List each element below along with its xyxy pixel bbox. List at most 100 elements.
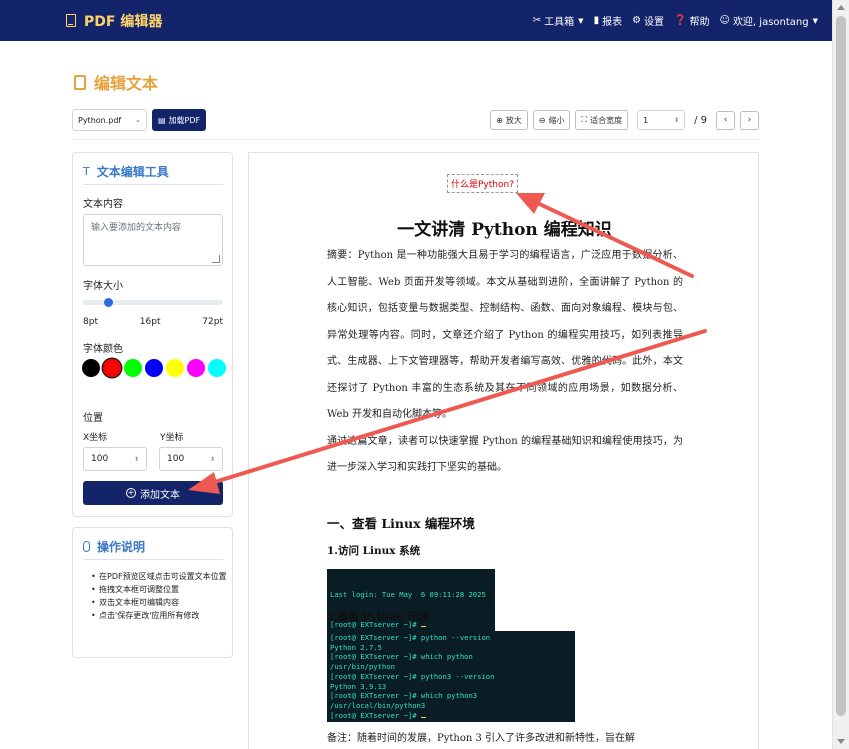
page-number-input[interactable]: 1 ⬍	[637, 110, 686, 130]
zoom-in-button[interactable]: ⊕ 放大	[490, 110, 528, 130]
instructions-list: 在PDF预览区域点击可设置文本位置 拖拽文本框可调整位置 双击文本框可编辑内容 …	[91, 570, 227, 622]
page-title: 编辑文本	[74, 70, 158, 94]
spinner-icon[interactable]: ⬍	[210, 456, 215, 463]
text-tools-panel: T 文本编辑工具 文本内容 输入要添加的文本内容 字体大小 8pt 16pt 7…	[72, 152, 233, 517]
list-item: 在PDF预览区域点击可设置文本位置	[91, 570, 227, 583]
zoom-out-label: 缩小	[548, 115, 565, 125]
view-controls: ⊕ 放大 ⊖ 缩小 ⛶ 适合宽度 1 ⬍ / 9 ‹ ›	[490, 110, 759, 130]
font-size-slider-thumb[interactable]	[104, 298, 113, 307]
scroll-down-icon[interactable]	[837, 739, 845, 744]
chevron-down-icon: ⌄	[135, 116, 141, 124]
color-swatch[interactable]	[145, 359, 163, 377]
color-swatch[interactable]	[208, 359, 226, 377]
divider	[83, 559, 223, 560]
cursor-icon	[420, 716, 426, 718]
nav-item-label: 帮助	[689, 17, 710, 28]
brand[interactable]: PDF 编辑器	[66, 11, 162, 31]
zoom-out-icon: ⊖	[538, 115, 546, 125]
nav-item-help[interactable]: ❓ 帮助	[674, 13, 709, 28]
section-heading: 一、查看 Linux 编程环境	[327, 516, 475, 531]
nav-item-reports[interactable]: ▮ 报表	[594, 13, 623, 28]
zoom-in-label: 放大	[505, 115, 522, 125]
terminal-line: Last login: Tue May 6 09:11:28 2025	[330, 590, 486, 600]
fit-width-button[interactable]: ⛶ 适合宽度	[575, 110, 629, 130]
text-content-input[interactable]: 输入要添加的文本内容	[83, 214, 223, 266]
user-icon: ☺	[719, 15, 730, 26]
font-size-ticks: 8pt 16pt 72pt	[83, 317, 223, 327]
nav-item-label: 报表	[602, 17, 623, 28]
text-box-overlay[interactable]: 什么是Python?	[447, 174, 518, 193]
color-swatch[interactable]	[124, 359, 142, 377]
nav-item-settings[interactable]: ⚙ 设置	[632, 13, 664, 28]
document-title: 一文讲清 Python 编程知识	[397, 220, 612, 240]
terminal-line: [root@ EXTserver ~]# which python	[330, 652, 473, 662]
nav-item-user[interactable]: ☺ 欢迎, jasontang ▼	[720, 13, 819, 28]
color-swatch[interactable]	[103, 359, 121, 377]
chevron-left-icon: ‹	[723, 115, 728, 125]
panel-title-text: 文本编辑工具	[96, 165, 169, 179]
chevron-right-icon: ›	[747, 115, 752, 125]
subsection-heading: 1.访问 Linux 系统	[327, 545, 421, 557]
document-paragraph: 通过这篇文章，读者可以快速掌握 Python 的编程基础知识和编程使用技巧，为进…	[327, 435, 683, 474]
document-body: 摘要：Python 是一种功能强大且易于学习的编程语言，广泛应用于数据分析、人工…	[327, 243, 683, 482]
file-select[interactable]: Python.pdf ⌄	[72, 109, 147, 131]
terminal-line: /usr/bin/python	[330, 662, 395, 672]
list-item: 拖拽文本框可调整位置	[91, 583, 227, 596]
scroll-thumb[interactable]	[836, 16, 846, 716]
upload-icon: ▤	[158, 115, 166, 125]
spinner-icon[interactable]: ⬍	[674, 117, 679, 124]
color-swatch[interactable]	[82, 359, 100, 377]
document-paragraph: 摘要：Python 是一种功能强大且易于学习的编程语言，广泛应用于数据分析、人工…	[327, 250, 683, 420]
terminal-line: [root@ EXTserver ~]# python3 --version	[330, 671, 495, 681]
content-label: 文本内容	[83, 199, 123, 210]
terminal-line: /usr/local/bin/python3	[330, 700, 426, 710]
file-select-value: Python.pdf	[78, 115, 122, 125]
y-coordinate-input[interactable]: 100 ⬍	[159, 447, 223, 471]
brand-name: PDF 编辑器	[84, 13, 163, 30]
caret-down-icon: ▼	[578, 16, 584, 25]
document-note: 备注：随着时间的发展，Python 3 引入了许多改进和新特性，旨在解	[327, 733, 636, 744]
load-pdf-label: 加载PDF	[168, 115, 201, 125]
terminal-line: Python 3.9.13	[330, 681, 387, 691]
page-total: / 9	[694, 114, 707, 126]
mouse-icon	[83, 541, 90, 552]
top-navbar: PDF 编辑器 ✂ 工具箱 ▼ ▮ 报表 ⚙ 设置 ❓ 帮助 ☺ 欢迎, jas…	[0, 0, 832, 41]
subsection-heading: 2.查看 Python 环境	[327, 611, 429, 623]
color-label: 字体颜色	[83, 344, 123, 355]
scroll-up-icon[interactable]	[837, 5, 845, 10]
nav-item-label: 欢迎, jasontang	[732, 17, 809, 28]
terminal-line: [root@ EXTserver ~]#	[330, 711, 572, 721]
nav-item-tools[interactable]: ✂ 工具箱 ▼	[533, 13, 584, 28]
file-pdf-icon	[66, 14, 76, 27]
panel-title: 操作说明	[83, 538, 223, 555]
color-swatches	[82, 359, 227, 377]
toolbar: Python.pdf ⌄ ▤ 加载PDF ⊕ 放大 ⊖ 缩小 ⛶ 适合宽度 1 …	[72, 106, 759, 134]
load-pdf-button[interactable]: ▤ 加载PDF	[152, 109, 207, 131]
tick-label: 8pt	[83, 317, 98, 327]
x-coordinate-input[interactable]: 100 ⬍	[83, 447, 147, 471]
gear-icon: ⚙	[632, 15, 642, 26]
terminal-line: [root@ EXTserver ~]# which python3	[330, 691, 478, 701]
pdf-preview[interactable]: 什么是Python? 一文讲清 Python 编程知识 摘要：Python 是一…	[248, 152, 759, 749]
file-pdf-icon	[74, 74, 86, 90]
divider	[83, 184, 223, 185]
page-number-value: 1	[643, 115, 649, 125]
prev-page-button[interactable]: ‹	[716, 110, 735, 130]
terminal-prompt: [root@ EXTserver ~]#	[330, 710, 421, 720]
zoom-out-button[interactable]: ⊖ 缩小	[532, 110, 571, 130]
color-swatch[interactable]	[166, 359, 184, 377]
spinner-icon[interactable]: ⬍	[134, 456, 139, 463]
terminal-line: Python 2.7.5	[330, 642, 382, 652]
tick-label: 16pt	[139, 317, 161, 327]
resize-grip-icon[interactable]	[212, 255, 220, 263]
y-label: Y坐标	[160, 433, 184, 443]
panel-title-text: 操作说明	[97, 540, 146, 554]
color-swatch[interactable]	[187, 359, 205, 377]
terminal-screenshot: [root@ EXTserver ~]# python --version Pyt…	[327, 631, 575, 723]
vertical-scrollbar[interactable]	[832, 0, 849, 749]
next-page-button[interactable]: ›	[740, 110, 759, 130]
terminal-line: [root@ EXTserver ~]# python --version	[330, 633, 491, 642]
add-text-button[interactable]: + 添加文本	[83, 481, 223, 505]
add-text-label: 添加文本	[140, 489, 180, 501]
position-label: 位置	[83, 413, 103, 424]
